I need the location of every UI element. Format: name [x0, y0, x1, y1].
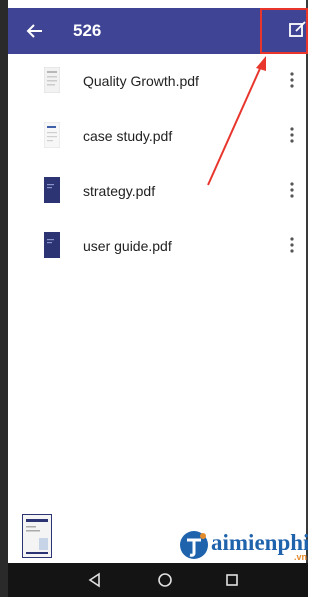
device-bezel [0, 0, 8, 597]
list-item[interactable]: user guide.pdf [8, 219, 308, 274]
screen: 526 Quality Growth.pdf case study.pdf st… [0, 0, 308, 597]
more-vert-icon[interactable] [284, 124, 300, 146]
watermark-logo: aimienphi .vn [178, 528, 308, 562]
triangle-back-icon[interactable] [86, 571, 104, 589]
page-title: 526 [73, 21, 102, 40]
logo-mark-icon [180, 531, 208, 559]
document-thumbnail-icon [44, 232, 60, 258]
circle-home-icon[interactable] [156, 571, 174, 589]
more-vert-icon[interactable] [284, 179, 300, 201]
list-item[interactable]: Quality Growth.pdf [8, 54, 308, 109]
list-item[interactable]: case study.pdf [8, 109, 308, 164]
file-name: user guide.pdf [83, 238, 172, 254]
file-name: strategy.pdf [83, 183, 156, 199]
annotation-highlight-box [260, 8, 308, 54]
back-button[interactable] [22, 18, 48, 44]
system-nav-bar [8, 563, 308, 597]
watermark-domain: .vn [294, 552, 308, 562]
file-name: Quality Growth.pdf [83, 73, 199, 89]
list-item[interactable]: strategy.pdf [8, 164, 308, 219]
file-name: case study.pdf [83, 128, 173, 144]
document-thumbnail-icon [44, 67, 60, 93]
square-recents-icon[interactable] [223, 571, 241, 589]
document-thumbnail-icon [44, 122, 60, 148]
file-list: Quality Growth.pdf case study.pdf strate… [8, 54, 308, 274]
document-thumbnail-icon [44, 177, 60, 203]
arrow-left-icon [26, 24, 42, 38]
document-preview-thumbnail [22, 514, 52, 558]
more-vert-icon[interactable] [284, 69, 300, 91]
more-vert-icon[interactable] [284, 234, 300, 256]
